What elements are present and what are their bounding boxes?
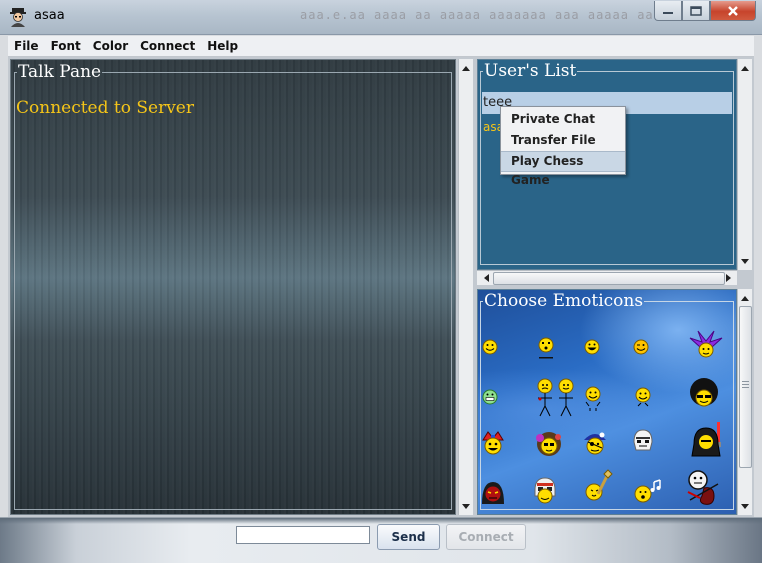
wink-emoticon-icon[interactable] (632, 338, 650, 356)
emoticons-pane: Choose Emoticons (477, 289, 737, 515)
vscroll-thumb[interactable] (739, 306, 752, 468)
user-context-menu: Private Chat Transfer File Play Chess Ga… (500, 106, 626, 187)
main-area: Talk Pane Connected to Server User's Lis… (8, 57, 754, 517)
menu-font[interactable]: Font (45, 39, 87, 53)
hippie-emoticon-icon[interactable] (532, 430, 566, 458)
close-button[interactable] (710, 1, 756, 21)
whistle-emoticon-icon[interactable] (536, 337, 556, 361)
emoticons-title: Choose Emoticons (484, 291, 644, 311)
minimize-icon (663, 11, 673, 14)
user-avatar-icon (10, 8, 26, 27)
music-note-emoticon-icon[interactable] (632, 478, 666, 506)
menu-item-private-chat[interactable]: Private Chat (501, 109, 625, 130)
scroll-up-icon[interactable] (738, 61, 752, 75)
jester-hat-emoticon-icon[interactable] (688, 330, 724, 360)
happy-bounce-emoticon-icon[interactable] (632, 386, 654, 410)
users-list-hscrollbar[interactable] (477, 270, 737, 285)
window-title: asaa (34, 8, 65, 23)
scroll-down-icon[interactable] (459, 499, 473, 513)
menu-item-transfer-file[interactable]: Transfer File (501, 130, 625, 151)
pirate-emoticon-icon[interactable] (582, 430, 608, 458)
grin-emoticon-icon[interactable] (583, 338, 601, 356)
menu-color[interactable]: Color (87, 39, 134, 53)
menu-help[interactable]: Help (201, 39, 244, 53)
jester-emoticon-icon[interactable] (480, 430, 506, 458)
users-list-title: User's List (484, 61, 577, 81)
scroll-up-icon[interactable] (738, 291, 752, 305)
users-list-vscrollbar[interactable] (737, 59, 752, 270)
maximize-button[interactable] (682, 1, 710, 21)
stormtrooper-emoticon-icon[interactable] (630, 428, 656, 454)
scroll-down-icon[interactable] (738, 254, 752, 268)
talk-pane-border: Talk Pane (14, 64, 452, 510)
minimize-button[interactable] (654, 1, 682, 21)
title-bar: asaa aaa.e.aa aaaa aa aaaaa aaaaaaa aaa … (0, 0, 762, 35)
vader-emoticon-icon[interactable] (690, 420, 724, 460)
teeth-grin-emoticon-icon[interactable] (481, 388, 499, 406)
title-ghost-text: aaa.e.aa aaaa aa aaaaa aaaaaaa aaa aaaaa… (300, 8, 679, 22)
send-button[interactable]: Send (377, 524, 440, 550)
guitar-emoticon-icon[interactable] (582, 468, 616, 502)
menu-item-play-chess-game[interactable]: Play Chess Game (501, 151, 625, 187)
chat-message: Connected to Server (16, 98, 194, 118)
hscroll-thumb[interactable] (493, 272, 725, 285)
message-input[interactable] (236, 526, 370, 544)
rebel-pilot-emoticon-icon[interactable] (532, 476, 558, 506)
close-icon (728, 5, 738, 16)
talk-pane-title: Talk Pane (18, 62, 102, 82)
smile-emoticon-icon[interactable] (481, 338, 499, 356)
cheer-emoticon-icon[interactable] (582, 384, 604, 412)
menu-connect[interactable]: Connect (134, 39, 201, 53)
talk-pane-container: Talk Pane Connected to Server (8, 59, 474, 515)
sith-emoticon-icon[interactable] (480, 478, 506, 506)
talk-pane[interactable]: Talk Pane Connected to Server (10, 59, 456, 515)
scroll-down-icon[interactable] (738, 499, 752, 513)
afro-sunglasses-emoticon-icon[interactable] (686, 378, 722, 412)
violin-emoticon-icon[interactable] (684, 468, 722, 508)
bottom-bar: Send Connect (0, 517, 762, 563)
couple-stick-emoticon-icon[interactable] (534, 378, 578, 418)
scroll-left-icon[interactable] (479, 271, 493, 285)
scroll-right-icon[interactable] (721, 271, 735, 285)
scroll-up-icon[interactable] (459, 61, 473, 75)
talk-pane-scrollbar[interactable] (458, 59, 473, 515)
menu-file[interactable]: File (8, 39, 45, 53)
menu-bar: File Font Color Connect Help (8, 36, 754, 57)
maximize-icon (690, 5, 702, 16)
connect-button[interactable]: Connect (446, 524, 526, 550)
emoticons-vscrollbar[interactable] (737, 289, 752, 515)
